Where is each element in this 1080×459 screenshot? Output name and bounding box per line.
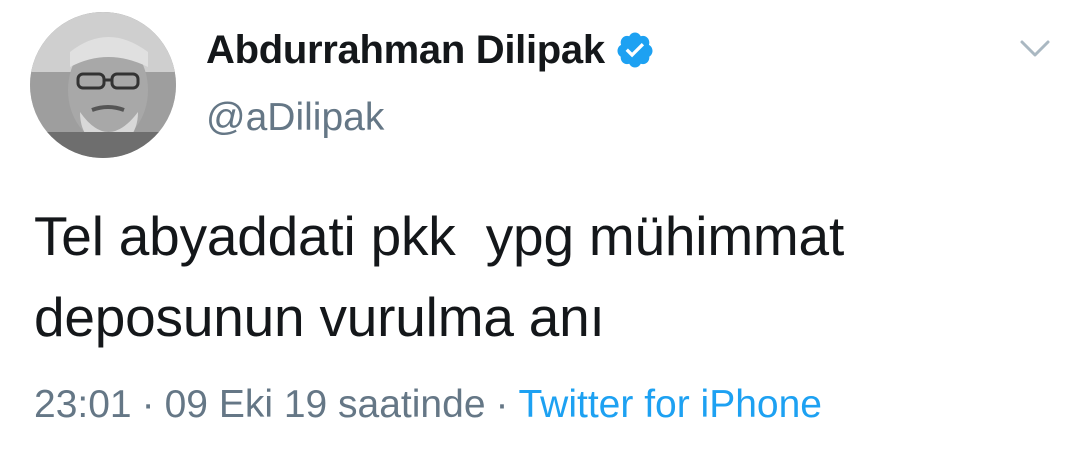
tweet-source-link[interactable]: Twitter for iPhone <box>519 383 822 426</box>
tweet-date[interactable]: 09 Eki 19 saatinde <box>165 383 486 426</box>
author-handle[interactable]: @aDilipak <box>206 94 384 142</box>
tweet-text: Tel abyaddati pkk ypg mühimmat deposunun… <box>34 205 860 348</box>
verified-badge-icon <box>615 30 655 70</box>
tweet-time[interactable]: 23:01 <box>34 383 132 426</box>
tweet-meta: 23:01 · 09 Eki 19 saatinde · Twitter for iPh… <box>34 378 822 432</box>
avatar[interactable] <box>30 12 176 158</box>
chevron-down-icon[interactable] <box>1018 36 1052 62</box>
meta-separator: · <box>141 383 155 426</box>
meta-separator: · <box>495 383 509 426</box>
author-name-row: Abdurrahman Dilipak <box>206 26 655 74</box>
author-display-name[interactable]: Abdurrahman Dilipak <box>206 26 605 74</box>
avatar-photo <box>30 12 176 158</box>
